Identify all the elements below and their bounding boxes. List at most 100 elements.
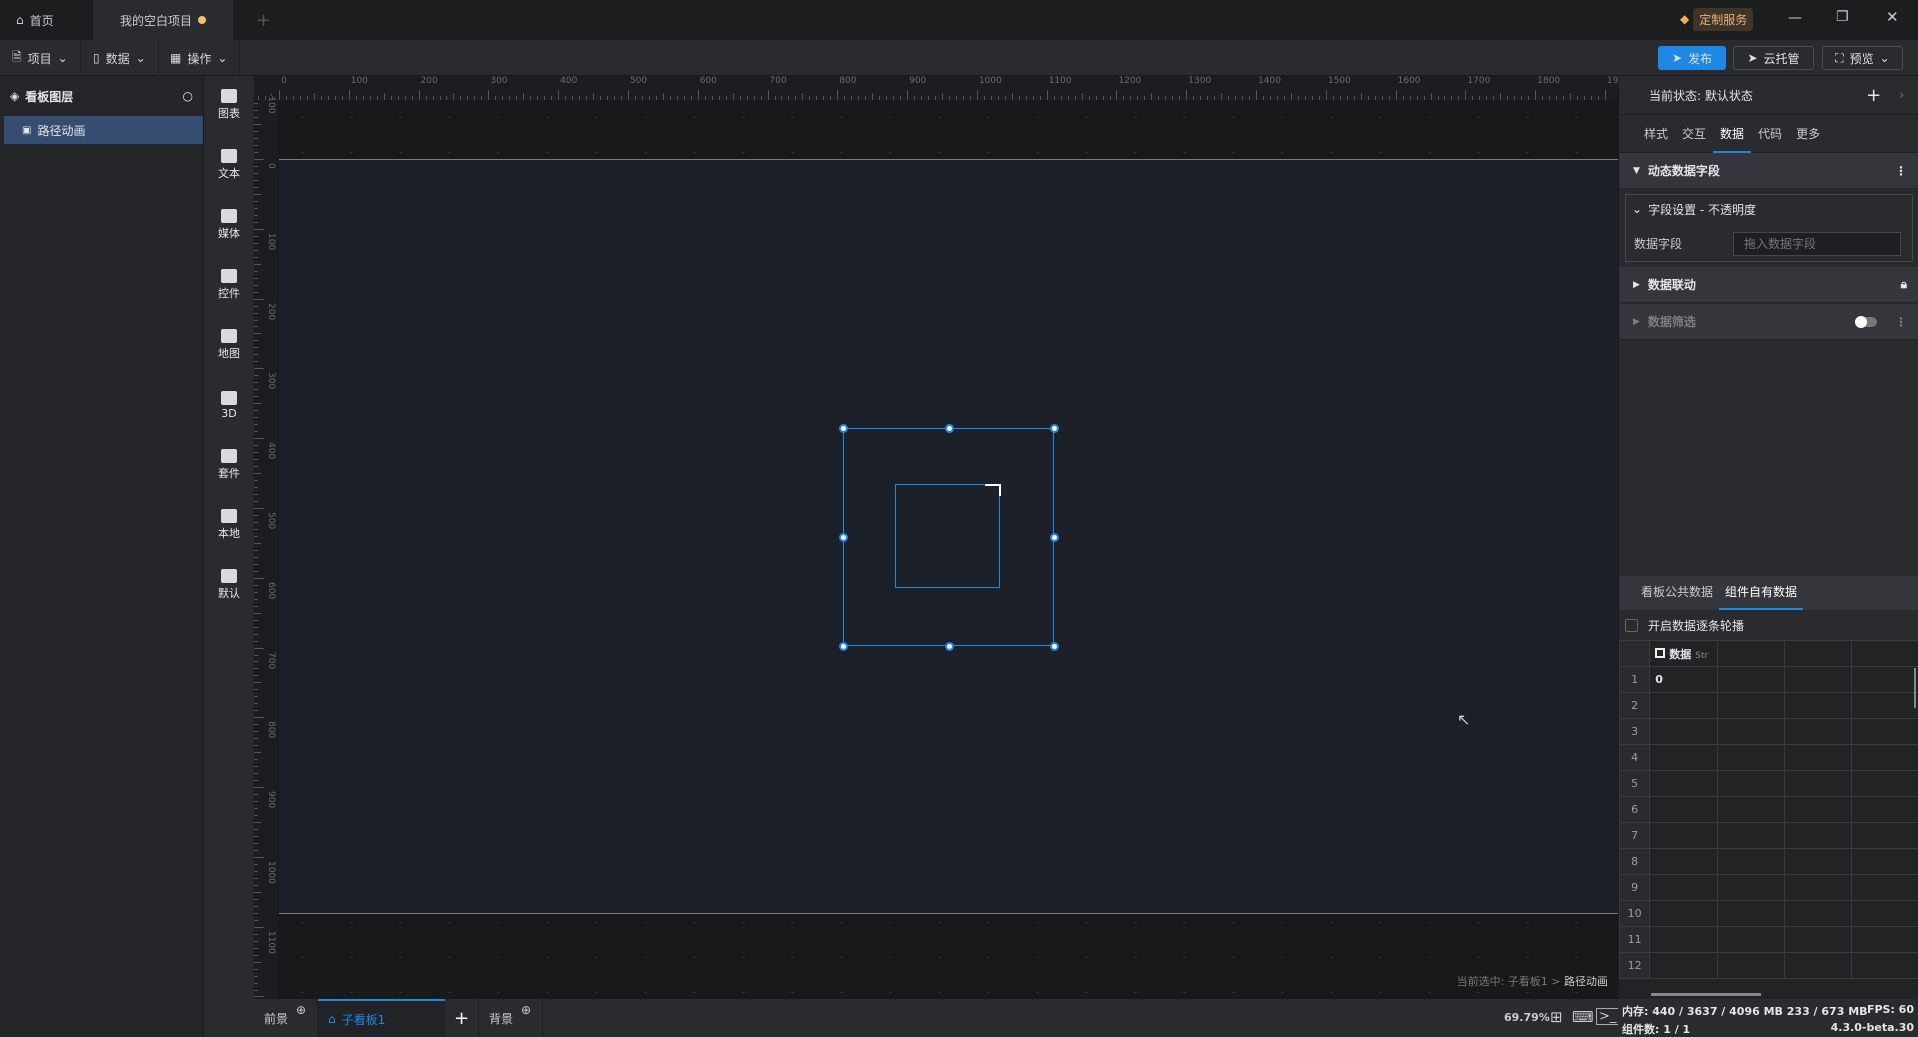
table-cell[interactable] — [1850, 718, 1918, 745]
component-category-1[interactable]: 文本 — [204, 140, 254, 190]
table-cell[interactable] — [1850, 848, 1918, 875]
table-cell[interactable] — [1850, 796, 1918, 823]
cloud-hosting-button[interactable]: ➤ 云托管 — [1733, 46, 1814, 70]
publish-button[interactable]: ➤ 发布 — [1658, 46, 1726, 70]
table-cell[interactable] — [1649, 822, 1719, 849]
table-cell[interactable] — [1649, 796, 1719, 823]
empty-column-header[interactable] — [1784, 640, 1852, 667]
add-circle-icon[interactable]: ⊕ — [521, 1003, 531, 1017]
table-cell[interactable] — [1649, 770, 1719, 797]
terminal-icon[interactable]: >_ — [1596, 1008, 1620, 1025]
empty-column-header[interactable] — [1717, 640, 1785, 667]
table-cell[interactable] — [1784, 926, 1852, 953]
carousel-checkbox[interactable] — [1625, 618, 1638, 632]
table-cell[interactable] — [1850, 822, 1918, 849]
tab-project[interactable]: 我的空白项目 — [93, 0, 233, 40]
resize-handle[interactable] — [1049, 423, 1059, 433]
table-cell[interactable] — [1784, 874, 1852, 901]
menu-project[interactable]: 🗎 项目 ⌄ — [0, 40, 81, 76]
resize-handle[interactable] — [838, 532, 848, 542]
table-cell[interactable] — [1717, 848, 1785, 875]
more-vertical-icon[interactable]: ⋮ — [1895, 164, 1907, 178]
new-tab-button[interactable]: + — [240, 0, 287, 40]
resize-handle[interactable] — [838, 423, 848, 433]
table-cell[interactable] — [1717, 770, 1785, 797]
tab-0[interactable]: 样式 — [1637, 115, 1675, 153]
table-cell[interactable] — [1717, 874, 1785, 901]
chevron-right-icon[interactable]: › — [1899, 88, 1904, 102]
data-table[interactable]: 数据 Str 1 0 2 3 4 5 6 7 8 9 10 11 12 — [1619, 640, 1918, 999]
table-cell[interactable] — [1717, 796, 1785, 823]
table-cell[interactable] — [1850, 744, 1918, 771]
table-cell[interactable] — [1717, 744, 1785, 771]
subboard-tab[interactable]: ⌂ 子看板1 — [318, 999, 445, 1037]
menu-data[interactable]: ▯ 数据 ⌄ — [81, 40, 159, 76]
tab-4[interactable]: 更多 — [1789, 115, 1827, 153]
search-icon[interactable]: ○ — [183, 89, 193, 103]
empty-column-header[interactable] — [1850, 640, 1918, 667]
resize-handle[interactable] — [944, 423, 954, 433]
field-setting-header[interactable]: ⌄ 字段设置 - 不透明度 — [1626, 195, 1912, 223]
table-cell[interactable] — [1784, 822, 1852, 849]
canvas[interactable]: ↖ 当前选中: 子看板1 > 路径动画 — [278, 100, 1618, 999]
restore-icon[interactable]: ❐ — [1836, 9, 1849, 25]
keyboard-icon[interactable]: ⌨ — [1572, 1008, 1594, 1026]
dynamic-fields-section[interactable]: ▼ 动态数据字段 ⋮ — [1619, 153, 1918, 189]
resize-handle[interactable] — [1049, 532, 1059, 542]
table-cell[interactable] — [1784, 744, 1852, 771]
table-cell[interactable] — [1649, 692, 1719, 719]
tab-home[interactable]: ⌂ 首页 — [0, 0, 92, 40]
component-category-8[interactable]: 默认 — [204, 560, 254, 610]
data-filter-section[interactable]: ▶ 数据筛选 ⋮ — [1619, 304, 1918, 340]
table-cell[interactable] — [1850, 692, 1918, 719]
lock-icon[interactable]: 🔒︎ — [1901, 277, 1907, 292]
vertical-scrollbar[interactable] — [1914, 668, 1916, 708]
table-cell[interactable] — [1649, 952, 1719, 979]
table-cell[interactable] — [1649, 848, 1719, 875]
preview-button[interactable]: ⛶ 预览 ⌄ — [1822, 46, 1903, 70]
horizontal-scrollbar[interactable] — [1651, 993, 1761, 996]
table-cell[interactable] — [1850, 926, 1918, 953]
add-state-icon[interactable]: + — [1866, 85, 1881, 106]
layer-item[interactable]: ▣ 路径动画 — [4, 116, 203, 144]
table-cell[interactable] — [1784, 796, 1852, 823]
tab-2[interactable]: 数据 — [1713, 115, 1752, 153]
table-cell[interactable] — [1784, 692, 1852, 719]
table-cell[interactable] — [1784, 666, 1852, 693]
column-header[interactable]: 数据 Str — [1649, 640, 1719, 667]
data-field-input[interactable] — [1733, 232, 1901, 256]
add-circle-icon[interactable]: ⊕ — [296, 1003, 306, 1017]
table-cell[interactable] — [1784, 770, 1852, 797]
table-cell[interactable] — [1784, 952, 1852, 979]
column-checkbox[interactable] — [1655, 647, 1666, 658]
component-category-0[interactable]: 图表 — [204, 80, 254, 130]
component-category-3[interactable]: 控件 — [204, 260, 254, 310]
component-category-6[interactable]: 套件 — [204, 440, 254, 490]
table-cell[interactable] — [1717, 692, 1785, 719]
custom-service-button[interactable]: ◆ 定制服务 — [1680, 7, 1754, 31]
data-tab-0[interactable]: 看板公共数据 — [1635, 576, 1719, 610]
table-cell[interactable] — [1784, 900, 1852, 927]
table-cell[interactable] — [1717, 718, 1785, 745]
data-tab-1[interactable]: 组件自有数据 — [1719, 576, 1804, 610]
add-board-button[interactable]: + — [445, 999, 479, 1037]
table-cell[interactable]: 0 — [1649, 666, 1719, 693]
more-vertical-icon[interactable]: ⋮ — [1895, 315, 1907, 329]
background-tab[interactable]: 背景 ⊕ — [479, 999, 543, 1037]
artboard[interactable]: ↖ — [279, 159, 1618, 914]
path-animation-square[interactable] — [895, 484, 1000, 588]
fit-screen-icon[interactable]: ⊞ — [1550, 1008, 1563, 1026]
table-cell[interactable] — [1784, 718, 1852, 745]
menu-operation[interactable]: ▦ 操作 ⌄ — [158, 40, 241, 76]
table-cell[interactable] — [1850, 874, 1918, 901]
table-cell[interactable] — [1850, 770, 1918, 797]
table-cell[interactable] — [1717, 952, 1785, 979]
resize-handle[interactable] — [1049, 641, 1059, 651]
table-cell[interactable] — [1649, 926, 1719, 953]
table-cell[interactable] — [1850, 900, 1918, 927]
tab-3[interactable]: 代码 — [1751, 115, 1789, 153]
table-cell[interactable] — [1717, 900, 1785, 927]
component-category-5[interactable]: 3D — [204, 380, 254, 430]
resize-handle[interactable] — [944, 641, 954, 651]
component-category-4[interactable]: 地图 — [204, 320, 254, 370]
